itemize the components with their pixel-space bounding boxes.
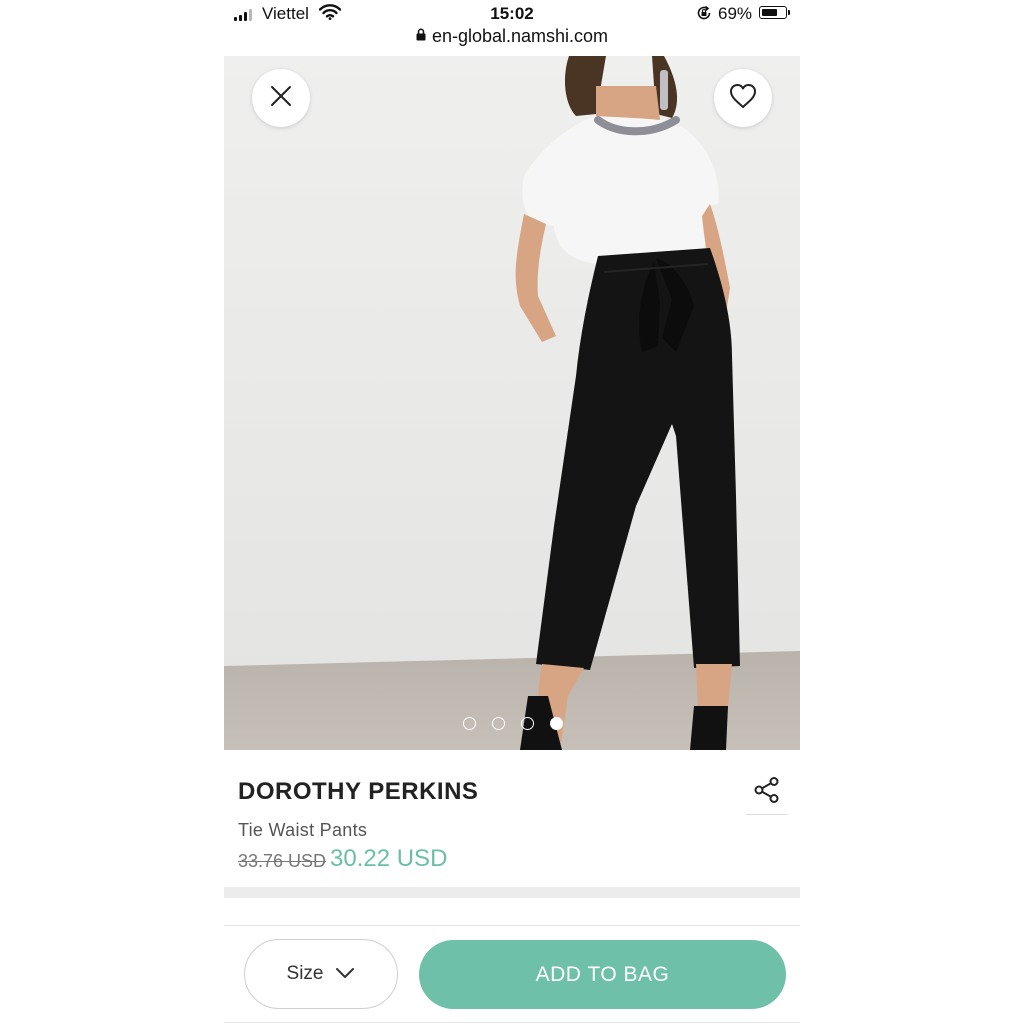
status-bar: Viettel 15:02 69% (224, 0, 800, 28)
padlock-icon (416, 25, 426, 46)
close-icon (270, 85, 292, 112)
gallery-dot[interactable] (550, 717, 563, 730)
phone-viewport: Viettel 15:02 69% en-global.namshi.com D… (224, 0, 800, 1024)
screen: Viettel 15:02 69% en-global.namshi.com D… (0, 0, 1024, 1024)
gallery-dot[interactable] (521, 717, 534, 730)
size-selector-label: Size (286, 963, 324, 984)
heart-outline-icon (728, 82, 758, 115)
size-selector[interactable]: Size (244, 939, 398, 1009)
product-photo (224, 56, 800, 750)
bottom-divider (224, 1022, 800, 1023)
gallery-dot[interactable] (492, 717, 505, 730)
share-icon (753, 776, 781, 809)
url-text: en-global.namshi.com (431, 26, 609, 46)
clock: 15:02 (490, 4, 534, 23)
product-image-gallery[interactable] (224, 56, 800, 750)
chevron-down-icon (335, 963, 355, 985)
wishlist-button[interactable] (714, 69, 772, 127)
address-bar[interactable]: en-global.namshi.com (224, 26, 800, 54)
battery-icon (759, 6, 790, 19)
gallery-pagination (224, 717, 800, 730)
gallery-dot[interactable] (463, 717, 476, 730)
close-button[interactable] (252, 69, 310, 127)
bottom-bar-border (224, 925, 800, 926)
add-to-bag-button[interactable]: ADD TO BAG (419, 940, 786, 1009)
original-price: 33.76 USD (238, 851, 327, 871)
product-name: Tie Waist Pants (238, 820, 368, 840)
share-button[interactable] (746, 770, 788, 815)
rotation-lock-icon (696, 5, 712, 26)
section-divider (224, 887, 800, 898)
sale-price: 30.22 USD (330, 845, 448, 872)
brand-name: DOROTHY PERKINS (238, 778, 479, 805)
battery-percentage: 69% (718, 4, 753, 23)
